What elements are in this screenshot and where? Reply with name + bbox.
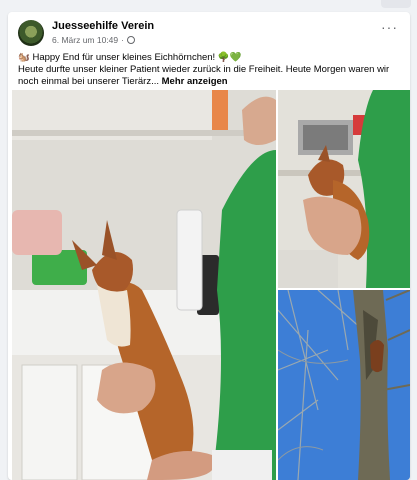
top-strip bbox=[0, 0, 417, 10]
post-text-line1: 🐿️ Happy End für unser kleines Eichhörnc… bbox=[18, 52, 242, 63]
photo-main[interactable] bbox=[12, 90, 276, 480]
more-options-button[interactable]: ··· bbox=[381, 20, 398, 34]
post-meta: 6. März um 10:49 · bbox=[52, 35, 135, 45]
globe-icon bbox=[126, 36, 135, 44]
avatar[interactable] bbox=[18, 20, 44, 46]
photo-bottom-right[interactable] bbox=[278, 290, 410, 480]
top-corner-button[interactable] bbox=[381, 0, 411, 8]
post-text: 🐿️ Happy End für unser kleines Eichhörnc… bbox=[18, 52, 403, 88]
photo-top-right[interactable] bbox=[278, 90, 410, 288]
meta-separator: · bbox=[121, 35, 124, 45]
photo-grid bbox=[12, 90, 410, 480]
post-date[interactable]: 6. März um 10:49 bbox=[52, 35, 118, 45]
page-name[interactable]: Juesseehilfe Verein bbox=[52, 20, 154, 32]
see-more-link[interactable]: Mehr anzeigen bbox=[162, 76, 228, 87]
post-card: Juesseehilfe Verein 6. März um 10:49 · ·… bbox=[8, 12, 410, 480]
